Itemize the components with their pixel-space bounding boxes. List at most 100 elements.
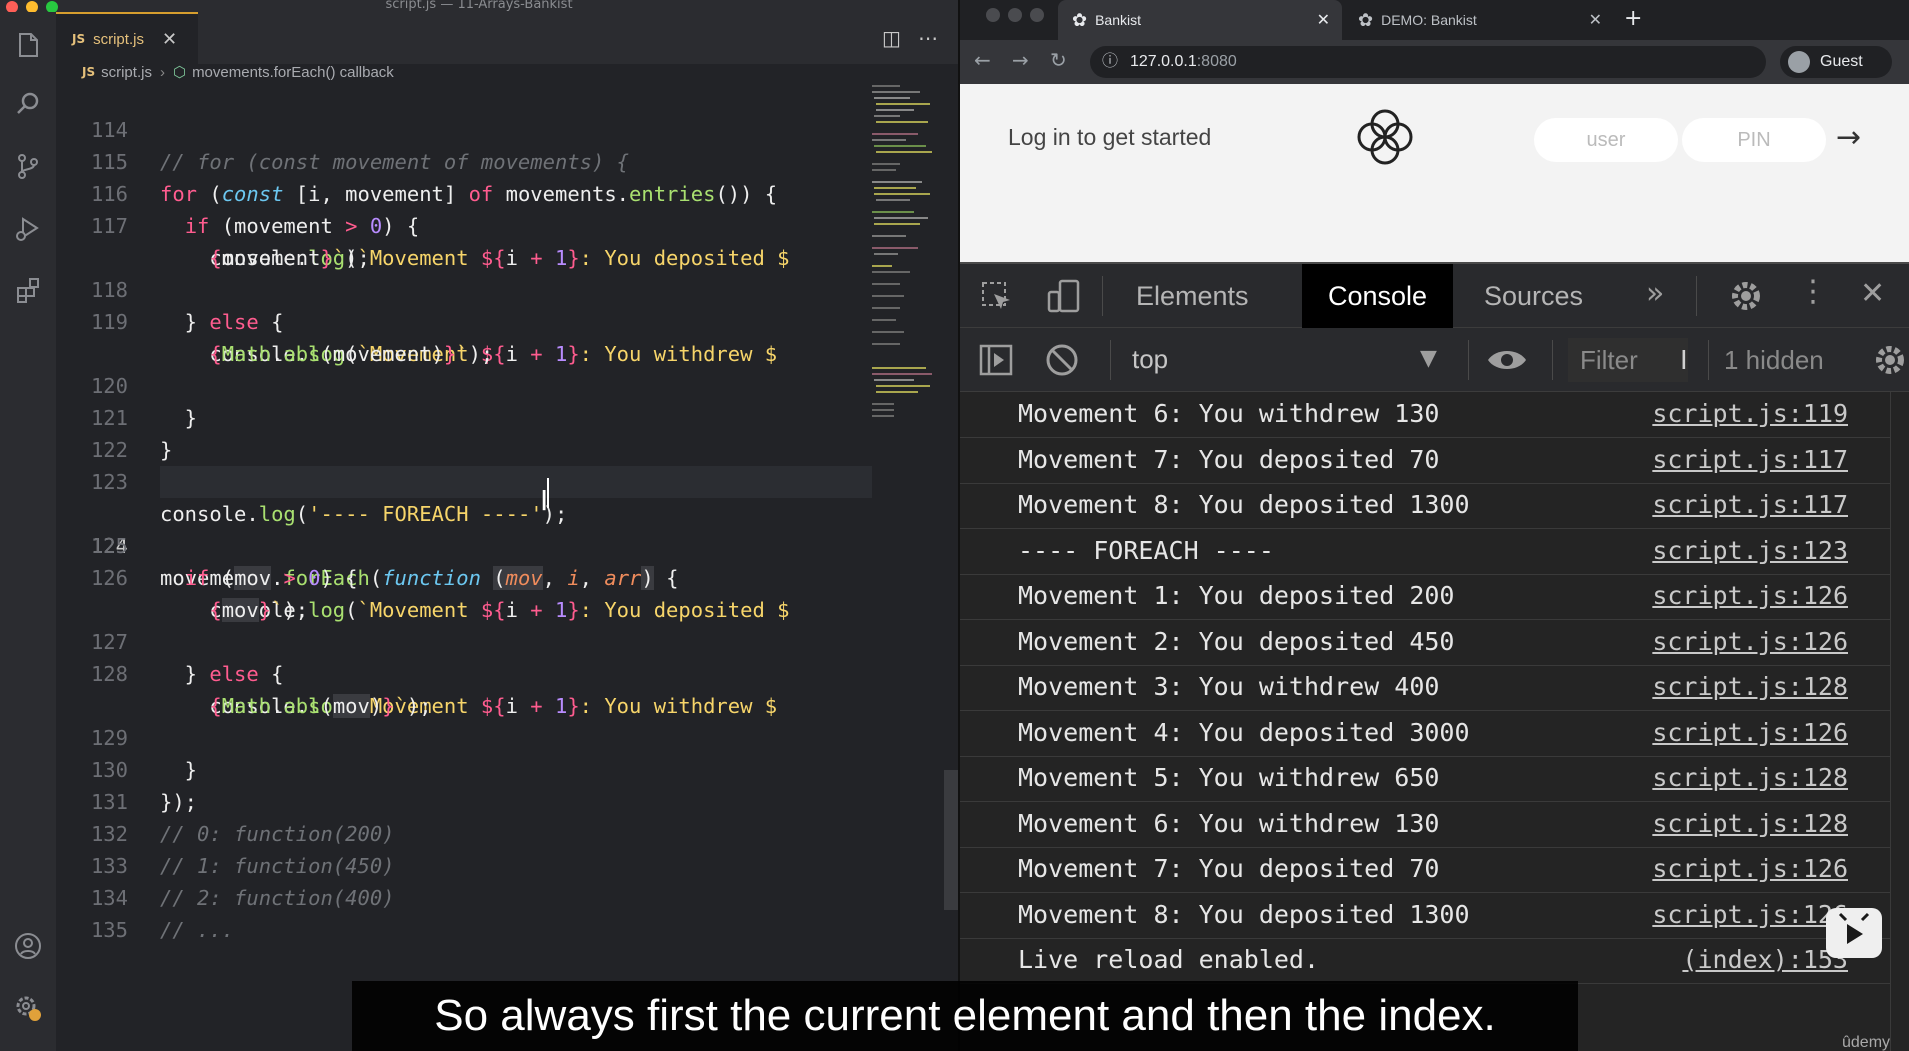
clear-console-icon[interactable] (1044, 342, 1080, 386)
address-bar[interactable]: ⓘ 127.0.0.1:8080 (1090, 46, 1766, 78)
device-toolbar-icon[interactable] (1046, 278, 1082, 322)
code-line: 130 }); (56, 722, 197, 814)
split-editor-icon[interactable]: ◫ (882, 26, 901, 50)
console-message-text: Movement 8: You deposited 1300 (1018, 490, 1470, 519)
console-message-text: Movement 5: You withdrew 650 (1018, 763, 1440, 792)
source-link[interactable]: script.js:128 (1652, 665, 1848, 709)
code-text: // ... (160, 918, 235, 942)
code-line: 126 console.log(`Movement ${i + 1}: You … (56, 530, 790, 622)
kebab-menu-icon[interactable]: ⋮ (1798, 274, 1828, 309)
source-link[interactable]: script.js:126 (1652, 847, 1848, 891)
browser-tab-bankist[interactable]: ✿ Bankist ✕ (1058, 0, 1342, 40)
extensions-icon[interactable] (12, 274, 44, 306)
live-expression-eye-icon[interactable] (1486, 342, 1528, 386)
close-tab-icon[interactable]: ✕ (162, 29, 177, 50)
source-link[interactable]: script.js:126 (1652, 620, 1848, 664)
line-number: 135 (90, 918, 128, 942)
console-message-text: Movement 6: You withdrew 130 (1018, 809, 1440, 838)
sidebar-toggle-icon[interactable] (978, 342, 1014, 386)
maximize-window-button[interactable] (1030, 8, 1044, 22)
dropdown-caret-icon[interactable]: ▼ (1420, 346, 1437, 371)
minimize-window-button[interactable] (1008, 8, 1022, 22)
udemy-watermark: ûdemy (1842, 1034, 1891, 1051)
code-line-wrap: {movement}`); (56, 210, 369, 270)
login-submit-button[interactable]: → (1836, 120, 1861, 155)
code-line: 134 // ... (56, 850, 234, 942)
close-devtools-icon[interactable]: ✕ (1860, 276, 1885, 311)
url-host: 127.0.0.1 (1130, 53, 1197, 70)
code-line-wrap: {Math.abs(movement)}`); (56, 306, 493, 366)
tab-script-js[interactable]: JS script.js ✕ (56, 12, 198, 64)
context-select[interactable]: top (1132, 338, 1168, 380)
site-info-icon[interactable]: ⓘ (1102, 46, 1118, 78)
code-line: 119 console.log(`Movement ${i + 1}: You … (56, 274, 777, 366)
back-arrow-icon[interactable]: ← (974, 48, 991, 72)
profile-label: Guest (1820, 53, 1863, 70)
divider (1102, 276, 1103, 316)
close-tab-icon[interactable]: ✕ (1589, 10, 1602, 30)
code-line: 131 // 0: function(200) (56, 754, 395, 846)
console-message-row: Movement 3: You withdrew 400 script.js:12… (960, 665, 1890, 711)
settings-gear-icon[interactable] (1728, 278, 1764, 322)
search-icon[interactable] (12, 88, 44, 120)
forward-arrow-icon[interactable]: → (1012, 48, 1029, 72)
play-video-icon[interactable] (1826, 908, 1882, 958)
code-line: 117 console.log(`Movement ${i + 1}: You … (56, 178, 790, 270)
settings-gear-icon[interactable] (12, 992, 44, 1024)
breadcrumb-file[interactable]: script.js (101, 64, 152, 81)
account-icon[interactable] (12, 930, 44, 962)
minimap[interactable] (870, 82, 938, 502)
pin-input[interactable]: PIN (1682, 118, 1826, 162)
console-message-row: Live reload enabled. (index):153 (960, 938, 1890, 984)
code-text: // for (const movement of movements) { (160, 150, 629, 174)
divider (1110, 340, 1111, 380)
more-actions-icon[interactable]: ⋯ (918, 26, 938, 50)
code-text: if (movement > 0) { (184, 214, 420, 238)
new-tab-button[interactable]: + (1624, 6, 1642, 31)
bankist-favicon-icon: ✿ (1358, 9, 1374, 30)
code-text: // 1: function(450) (160, 854, 395, 878)
console-settings-gear-icon[interactable] (1872, 342, 1908, 386)
console-message-text: Movement 2: You deposited 450 (1018, 627, 1455, 656)
close-window-button[interactable] (986, 8, 1000, 22)
console-messages: Movement 6: You withdrew 130 script.js:11… (960, 392, 1890, 992)
source-link[interactable]: script.js:117 (1652, 438, 1848, 482)
console-filter-input[interactable]: Filter (1568, 338, 1688, 382)
window-title: script.js — 11-Arrays-Bankist (0, 0, 958, 12)
source-link[interactable]: script.js:119 (1652, 392, 1848, 436)
inspect-element-icon[interactable] (980, 280, 1014, 322)
reload-icon[interactable]: ↻ (1050, 48, 1067, 72)
code-editor[interactable]: 114 // for (const movement of movements)… (56, 82, 876, 982)
source-link[interactable]: script.js:128 (1652, 756, 1848, 800)
tab-label: script.js (93, 30, 144, 48)
hidden-messages-count[interactable]: 1 hidden (1724, 338, 1824, 382)
tab-sources[interactable]: Sources (1458, 264, 1609, 328)
close-tab-icon[interactable]: ✕ (1317, 10, 1330, 30)
tab-console[interactable]: Console (1302, 264, 1454, 328)
console-scrollbar[interactable] (1890, 392, 1909, 1051)
files-icon[interactable] (12, 28, 44, 60)
console-message-text: Movement 7: You deposited 70 (1018, 854, 1440, 883)
console-toolbar: top ▼ Filter I 1 hidden (960, 328, 1909, 392)
source-link[interactable]: script.js:126 (1652, 893, 1848, 937)
source-link[interactable]: script.js:123 (1652, 529, 1848, 573)
browser-tab-demo-bankist[interactable]: ✿ DEMO: Bankist ✕ (1344, 0, 1614, 40)
user-input[interactable]: user (1534, 118, 1678, 162)
breadcrumb: JS script.js › ⬡ movements.forEach() cal… (56, 60, 958, 84)
source-link[interactable]: script.js:117 (1652, 483, 1848, 527)
editor-scrollbar[interactable] (944, 770, 958, 910)
source-control-icon[interactable] (12, 150, 44, 182)
source-link[interactable]: script.js:126 (1652, 711, 1848, 755)
breadcrumb-symbol[interactable]: movements.forEach() callback (192, 64, 394, 81)
divider (1696, 276, 1697, 316)
tab-elements[interactable]: Elements (1110, 264, 1275, 328)
console-message-row: Movement 7: You deposited 70 script.js:11… (960, 438, 1890, 484)
run-debug-icon[interactable] (12, 212, 44, 244)
source-link[interactable]: script.js:126 (1652, 574, 1848, 618)
code-line-current: 124 movements.forEach(function (mov, i, … (56, 466, 876, 590)
source-link[interactable]: (index):153 (1682, 938, 1848, 982)
source-link[interactable]: script.js:128 (1652, 802, 1848, 846)
profile-button[interactable]: Guest (1780, 46, 1892, 78)
more-tabs-icon[interactable]: » (1646, 276, 1664, 311)
string-literal: '---- FOREACH ----' (308, 502, 543, 526)
